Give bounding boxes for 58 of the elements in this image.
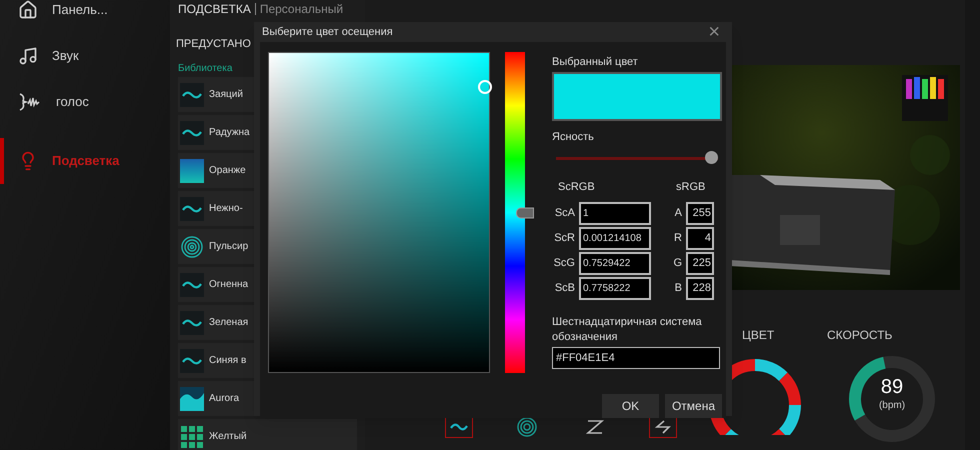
ok-button[interactable]: OK	[602, 394, 659, 418]
color-field[interactable]	[268, 52, 490, 373]
hex-field[interactable]: #FF04E1E4	[552, 346, 720, 368]
brightness-slider[interactable]	[556, 151, 718, 165]
channel-field[interactable]: 4	[686, 226, 714, 250]
channel-field[interactable]: 228	[686, 276, 714, 300]
wave-icon	[180, 348, 204, 372]
panel-subtitle: Персональный	[260, 1, 344, 18]
srgb-label: sRGB	[675, 180, 706, 195]
concentric-circles-icon	[180, 234, 204, 258]
brightness-label: Ясность	[552, 130, 595, 144]
selected-color-label: Выбранный цвет	[552, 55, 639, 70]
channel-label: B	[674, 280, 682, 296]
channel-label: G	[672, 256, 682, 271]
channel-field[interactable]: 0.7529422	[579, 252, 651, 274]
speed-unit: (bpm)	[878, 399, 906, 413]
presets-title: ПРЕДУСТАНО	[176, 38, 251, 50]
panel-title: ПОДСВЕТКА	[178, 1, 251, 18]
nav-item[interactable]: Звук	[0, 46, 170, 66]
cancel-button[interactable]: Отмена	[665, 394, 722, 418]
speed-value: 89	[880, 376, 904, 398]
nav-item[interactable]: голос	[0, 92, 170, 112]
channel-label: ScA	[554, 206, 575, 221]
concentric-circles-icon	[516, 416, 538, 438]
channel-field[interactable]: 225	[686, 252, 714, 274]
close-button[interactable]: ×	[704, 22, 724, 42]
wave-icon	[180, 82, 204, 106]
channel-label: A	[674, 206, 682, 221]
speed-label: СКОРОСТЬ	[826, 327, 892, 344]
scrgb-label: ScRGB	[557, 180, 596, 195]
grid-icon	[180, 424, 204, 448]
zigzag-icon	[586, 419, 604, 435]
channel-label: ScR	[553, 230, 575, 246]
wave-icon	[180, 272, 204, 296]
channel-label: R	[673, 230, 682, 246]
channel-label: ScG	[552, 256, 575, 271]
aurora-icon	[180, 386, 204, 410]
hue-handle[interactable]	[516, 208, 534, 219]
nav-item[interactable]: Панель...	[0, 0, 170, 20]
color-label: ЦВЕТ	[741, 327, 776, 344]
wave-icon	[180, 120, 204, 144]
voice-wave-icon	[18, 92, 42, 112]
hex-label: Шестнадцатиричная система обозначения	[552, 314, 703, 344]
home-icon	[18, 0, 38, 20]
channel-field[interactable]: 0.001214108	[579, 226, 651, 250]
channel-field[interactable]: 0.7758222	[579, 276, 651, 300]
gradient-swatch-icon	[180, 158, 204, 182]
music-note-icon	[18, 46, 38, 66]
dialog-title: Выберите цвет осещения	[262, 24, 393, 40]
channel-field[interactable]: 255	[686, 202, 714, 224]
hue-bar[interactable]	[505, 52, 525, 373]
wave-icon	[180, 310, 204, 334]
channel-field[interactable]: 1	[579, 202, 651, 224]
channel-label: ScB	[554, 280, 575, 296]
library-label: Библиотека	[178, 63, 232, 74]
wave-icon	[180, 196, 204, 220]
picker-handle[interactable]	[478, 80, 492, 94]
preset-item[interactable]: Желтый	[178, 419, 357, 450]
